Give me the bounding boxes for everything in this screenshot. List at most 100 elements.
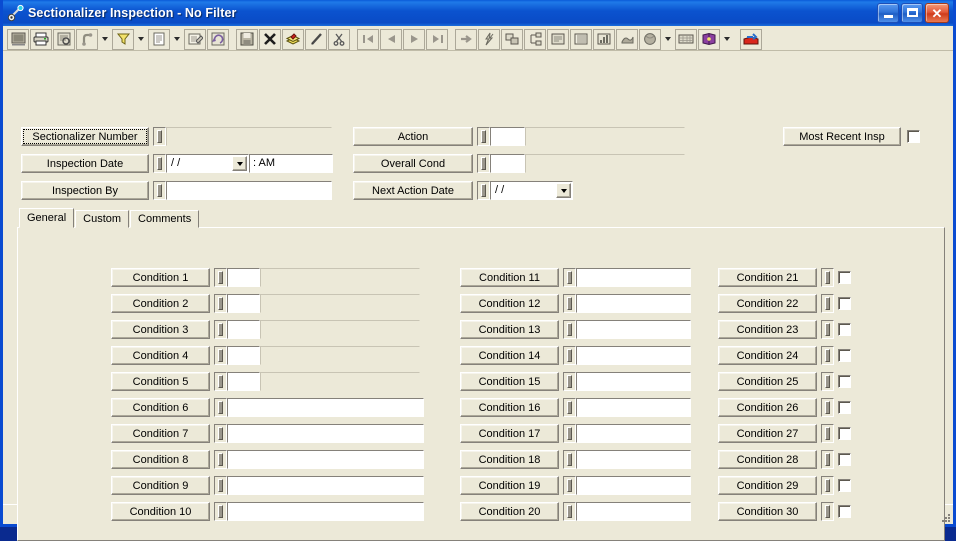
condition-12-selector[interactable]	[563, 294, 576, 313]
refresh-icon[interactable]	[207, 28, 229, 50]
sectionalizer-number-selector[interactable]	[153, 127, 166, 146]
action-selector[interactable]	[477, 127, 490, 146]
condition-26-checkbox[interactable]	[838, 401, 851, 414]
condition-20-selector[interactable]	[563, 502, 576, 521]
condition-10-input[interactable]	[227, 502, 424, 521]
condition-27-checkbox[interactable]	[838, 427, 851, 440]
next-action-date-label-button[interactable]: Next Action Date	[353, 181, 473, 200]
condition-28-selector[interactable]	[821, 450, 834, 469]
condition-11-input[interactable]	[576, 268, 691, 287]
condition-9-label-button[interactable]: Condition 9	[111, 476, 210, 495]
inspection-by-label-button[interactable]: Inspection By	[21, 181, 149, 200]
condition-30-label-button[interactable]: Condition 30	[718, 502, 817, 521]
related-records-icon[interactable]	[501, 28, 523, 50]
condition-6-label-button[interactable]: Condition 6	[111, 398, 210, 417]
condition-29-label-button[interactable]: Condition 29	[718, 476, 817, 495]
next-action-date-selector[interactable]	[477, 181, 490, 200]
book-dropdown-arrow[interactable]	[721, 29, 732, 50]
condition-13-label-button[interactable]: Condition 13	[460, 320, 559, 339]
condition-29-checkbox[interactable]	[838, 479, 851, 492]
sectionalizer-number-input[interactable]	[166, 127, 332, 146]
condition-26-selector[interactable]	[821, 398, 834, 417]
condition-8-selector[interactable]	[214, 450, 227, 469]
condition-28-checkbox[interactable]	[838, 453, 851, 466]
condition-18-label-button[interactable]: Condition 18	[460, 450, 559, 469]
condition-13-selector[interactable]	[563, 320, 576, 339]
condition-30-selector[interactable]	[821, 502, 834, 521]
overall-cond-label-button[interactable]: Overall Cond	[353, 154, 473, 173]
condition-14-label-button[interactable]: Condition 14	[460, 346, 559, 365]
tab-general[interactable]: General	[19, 208, 75, 228]
condition-21-selector[interactable]	[821, 268, 834, 287]
condition-21-label-button[interactable]: Condition 21	[718, 268, 817, 287]
condition-24-selector[interactable]	[821, 346, 834, 365]
condition-27-label-button[interactable]: Condition 27	[718, 424, 817, 443]
print-icon[interactable]	[30, 28, 52, 50]
condition-8-label-button[interactable]: Condition 8	[111, 450, 210, 469]
condition-17-input[interactable]	[576, 424, 691, 443]
report-icon[interactable]	[570, 28, 592, 50]
book-icon[interactable]	[698, 28, 720, 50]
export-icon[interactable]	[740, 28, 762, 50]
condition-20-input[interactable]	[576, 502, 691, 521]
condition-29-selector[interactable]	[821, 476, 834, 495]
condition-30-checkbox[interactable]	[838, 505, 851, 518]
condition-4-selector[interactable]	[214, 346, 227, 365]
condition-4-label-button[interactable]: Condition 4	[111, 346, 210, 365]
first-record-icon[interactable]	[357, 28, 379, 50]
condition-20-label-button[interactable]: Condition 20	[460, 502, 559, 521]
condition-24-checkbox[interactable]	[838, 349, 851, 362]
condition-3-selector[interactable]	[214, 320, 227, 339]
maximize-button[interactable]	[901, 3, 923, 23]
tab-custom[interactable]: Custom	[75, 210, 130, 228]
condition-9-selector[interactable]	[214, 476, 227, 495]
condition-12-input[interactable]	[576, 294, 691, 313]
find-dropdown-arrow[interactable]	[99, 29, 110, 50]
condition-23-checkbox[interactable]	[838, 323, 851, 336]
condition-10-label-button[interactable]: Condition 10	[111, 502, 210, 521]
condition-5-selector[interactable]	[214, 372, 227, 391]
condition-6-input[interactable]	[227, 398, 424, 417]
new-record-icon[interactable]	[148, 28, 170, 50]
condition-15-input[interactable]	[576, 372, 691, 391]
condition-1-selector[interactable]	[214, 268, 227, 287]
close-button[interactable]: ✕	[925, 3, 949, 23]
condition-21-checkbox[interactable]	[838, 271, 851, 284]
most-recent-insp-checkbox[interactable]	[907, 130, 920, 143]
condition-5-code-input[interactable]	[227, 372, 260, 391]
condition-22-checkbox[interactable]	[838, 297, 851, 310]
pencil-icon[interactable]	[305, 28, 327, 50]
tab-comments[interactable]: Comments	[130, 210, 200, 228]
condition-18-input[interactable]	[576, 450, 691, 469]
condition-27-selector[interactable]	[821, 424, 834, 443]
next-record-icon[interactable]	[403, 28, 425, 50]
design-view-icon[interactable]	[7, 28, 29, 50]
edit-record-icon[interactable]	[184, 28, 206, 50]
condition-2-code-input[interactable]	[227, 294, 260, 313]
condition-4-code-input[interactable]	[227, 346, 260, 365]
goto-icon[interactable]	[455, 28, 477, 50]
condition-23-selector[interactable]	[821, 320, 834, 339]
condition-16-label-button[interactable]: Condition 16	[460, 398, 559, 417]
condition-15-label-button[interactable]: Condition 15	[460, 372, 559, 391]
condition-17-label-button[interactable]: Condition 17	[460, 424, 559, 443]
condition-5-label-button[interactable]: Condition 5	[111, 372, 210, 391]
last-record-icon[interactable]	[426, 28, 448, 50]
find-icon[interactable]	[76, 28, 98, 50]
condition-22-selector[interactable]	[821, 294, 834, 313]
minimize-button[interactable]	[877, 3, 899, 23]
search-map-dropdown-arrow[interactable]	[662, 29, 673, 50]
condition-19-label-button[interactable]: Condition 19	[460, 476, 559, 495]
condition-8-input[interactable]	[227, 450, 424, 469]
condition-13-input[interactable]	[576, 320, 691, 339]
inspection-time-input[interactable]: : AM	[249, 154, 333, 173]
hierarchy-icon[interactable]	[524, 28, 546, 50]
condition-18-selector[interactable]	[563, 450, 576, 469]
condition-3-label-button[interactable]: Condition 3	[111, 320, 210, 339]
sectionalizer-number-label-button[interactable]: Sectionalizer Number	[21, 127, 149, 146]
previous-record-icon[interactable]	[380, 28, 402, 50]
condition-7-input[interactable]	[227, 424, 424, 443]
condition-26-label-button[interactable]: Condition 26	[718, 398, 817, 417]
new-record-dropdown-arrow[interactable]	[171, 29, 182, 50]
action-code-input[interactable]	[490, 127, 525, 146]
